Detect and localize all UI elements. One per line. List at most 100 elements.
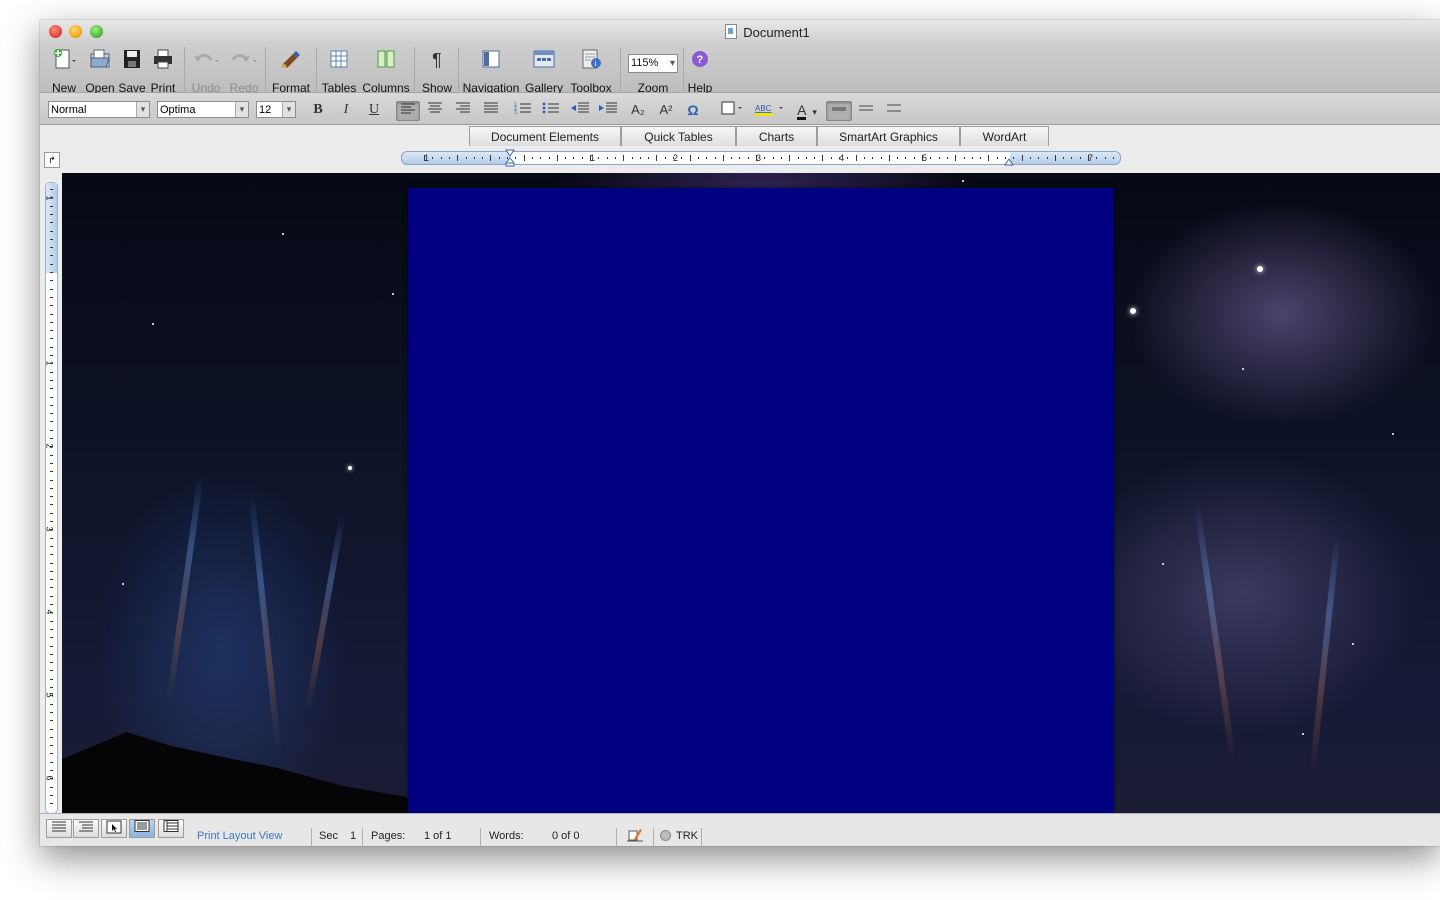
print-layout-view-button[interactable] <box>129 819 155 838</box>
align-left-button[interactable] <box>396 101 420 121</box>
toolbox-button[interactable]: i Toolbox <box>567 48 615 95</box>
aurora-streak <box>1309 533 1341 773</box>
tab-stop-selector[interactable]: ↱ <box>44 152 60 168</box>
ruler-tick <box>50 197 53 199</box>
spelling-status[interactable] <box>626 827 644 846</box>
tab-wordart[interactable]: WordArt <box>960 126 1049 146</box>
publishing-view-icon <box>106 820 122 834</box>
ruler-tick <box>50 396 53 398</box>
subscript-button[interactable]: A₂ <box>626 101 650 119</box>
highlight-button[interactable]: ABC <box>752 101 786 119</box>
superscript-button[interactable]: A² <box>654 101 678 119</box>
zoom-select[interactable]: 115% <box>628 54 678 73</box>
ruler-tick <box>50 537 53 539</box>
columns-button[interactable]: Columns <box>362 48 410 95</box>
navigation-button[interactable]: Navigation <box>461 48 521 95</box>
aurora-streak <box>1193 503 1237 763</box>
line-spacing-single-button[interactable] <box>826 101 852 121</box>
symbol-button[interactable]: Ω <box>682 101 704 119</box>
zoom-control[interactable]: 115% Zoom <box>625 48 681 95</box>
ruler-tick <box>50 545 53 547</box>
tab-quick-tables[interactable]: Quick Tables <box>621 126 736 146</box>
increase-indent-button[interactable] <box>596 101 620 119</box>
draft-view-button[interactable] <box>46 819 72 838</box>
ruler-tick <box>789 155 791 161</box>
ruler-tick <box>50 421 53 423</box>
tab-document-elements[interactable]: Document Elements <box>469 126 621 146</box>
star <box>1257 266 1263 272</box>
star <box>122 583 124 585</box>
ruler-tick <box>50 770 53 771</box>
star <box>1130 308 1136 314</box>
document-canvas[interactable] <box>62 173 1440 813</box>
font-color-button[interactable]: A ▾ <box>790 101 824 120</box>
open-button[interactable]: Open <box>84 48 116 95</box>
new-button[interactable]: New <box>48 48 80 95</box>
bulleted-list-button[interactable] <box>540 101 562 119</box>
ruler-tick <box>50 761 53 763</box>
ruler-tick <box>50 222 53 224</box>
publishing-layout-view-button[interactable] <box>101 819 127 838</box>
align-center-button[interactable] <box>424 101 446 119</box>
borders-button[interactable] <box>718 101 746 119</box>
document-page[interactable] <box>408 188 1114 813</box>
toolbar-separator <box>265 47 266 91</box>
word-window: Document1 New Open Save Print Undo Redo … <box>40 20 1440 846</box>
ruler-tick <box>863 157 865 159</box>
font-color-glyph: A <box>797 102 807 120</box>
ruler-tick <box>673 157 674 159</box>
line-spacing-one-half-button[interactable] <box>854 101 878 119</box>
format-button[interactable]: Format <box>270 48 312 95</box>
numbered-list-button[interactable]: 123 <box>512 101 534 119</box>
ruler-tick <box>50 687 53 688</box>
star <box>1392 433 1394 435</box>
show-button[interactable]: ¶ Show <box>420 48 454 95</box>
status-divider <box>616 828 617 846</box>
underline-button[interactable]: U <box>364 101 384 119</box>
line-spacing-double-button[interactable] <box>882 101 906 119</box>
bold-button[interactable]: B <box>308 101 328 119</box>
decrease-indent-button[interactable] <box>568 101 592 119</box>
ruler-tick <box>50 778 53 780</box>
ruler-tick <box>590 155 591 161</box>
ruler-tick <box>448 157 450 159</box>
print-button[interactable]: Print <box>148 48 178 95</box>
line-spacing-icon <box>859 105 873 111</box>
undo-button[interactable]: Undo <box>188 48 224 95</box>
ruler-tick <box>797 157 799 159</box>
toolbar-separator <box>458 47 459 91</box>
ruler-tick <box>980 157 982 159</box>
justify-button[interactable] <box>480 101 502 119</box>
ruler-tick <box>656 155 658 161</box>
italic-button[interactable]: I <box>336 101 356 119</box>
ruler-tick <box>548 157 550 159</box>
outline-view-button[interactable] <box>73 819 99 838</box>
font-select[interactable]: Optima ▾ <box>157 101 249 118</box>
ruler-tick <box>50 263 53 265</box>
first-line-indent-marker[interactable] <box>504 149 516 167</box>
redo-button[interactable]: Redo <box>226 48 262 95</box>
redo-arrow-icon <box>226 48 262 72</box>
save-button[interactable]: Save <box>118 48 146 95</box>
ruler-tick <box>1112 157 1114 159</box>
ruler-tick <box>731 157 733 159</box>
tables-button[interactable]: Tables <box>320 48 358 95</box>
ruler-tick <box>930 157 932 159</box>
ruler-tick <box>50 363 53 365</box>
tab-smartart-graphics[interactable]: SmartArt Graphics <box>817 126 960 146</box>
gallery-button[interactable]: Gallery <box>524 48 564 95</box>
font-size-select[interactable]: 12 ▾ <box>256 101 296 118</box>
notebook-layout-view-button[interactable] <box>158 819 184 838</box>
undo-arrow-icon <box>188 48 224 72</box>
help-button[interactable]: ? Help <box>686 48 714 95</box>
ruler-tick <box>50 462 53 464</box>
align-right-button[interactable] <box>452 101 474 119</box>
style-select[interactable]: Normal ▾ <box>48 101 150 118</box>
vertical-ruler[interactable]: 1 1 2 3 4 5 6 <box>40 173 62 814</box>
tab-charts[interactable]: Charts <box>736 126 817 146</box>
title-bar[interactable]: Document1 <box>40 20 1440 43</box>
track-changes-label[interactable]: TRK <box>676 830 698 842</box>
right-indent-marker[interactable] <box>1004 155 1014 166</box>
toolbar-separator <box>184 47 185 91</box>
ruler-tick <box>772 157 774 159</box>
